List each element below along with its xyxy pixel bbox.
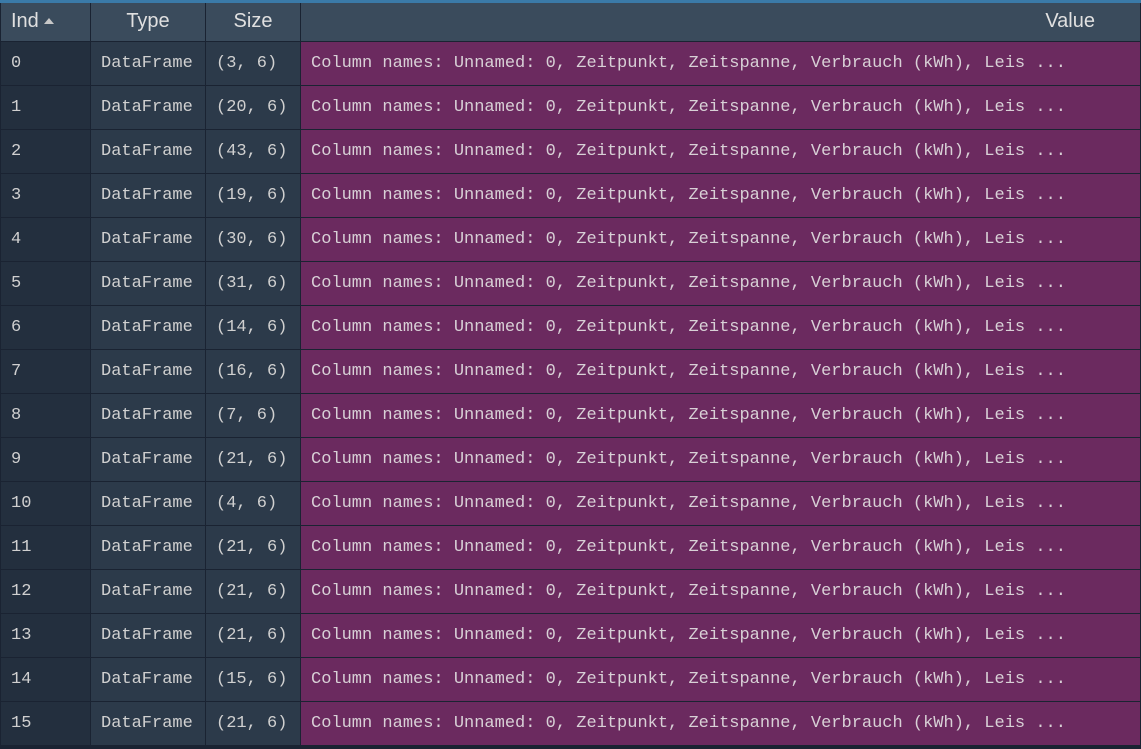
cell-type: DataFrame [91,349,206,393]
cell-index: 1 [1,85,91,129]
cell-size: (19, 6) [206,173,301,217]
cell-size: (20, 6) [206,85,301,129]
cell-value: Column names: Unnamed: 0, Zeitpunkt, Zei… [301,437,1141,481]
header-row: Ind Type Size [1,3,1141,41]
cell-size: (4, 6) [206,481,301,525]
cell-type: DataFrame [91,481,206,525]
table-row[interactable]: 13DataFrame(21, 6)Column names: Unnamed:… [1,613,1141,657]
variable-explorer: Ind Type Size [0,0,1141,749]
column-header-value-label: Value [1045,10,1095,33]
table-row[interactable]: 14DataFrame(15, 6)Column names: Unnamed:… [1,657,1141,701]
cell-index: 4 [1,217,91,261]
cell-value: Column names: Unnamed: 0, Zeitpunkt, Zei… [301,525,1141,569]
cell-value: Column names: Unnamed: 0, Zeitpunkt, Zei… [301,261,1141,305]
cell-type: DataFrame [91,525,206,569]
cell-size: (16, 6) [206,349,301,393]
table-row[interactable]: 7DataFrame(16, 6)Column names: Unnamed: … [1,349,1141,393]
cell-size: (21, 6) [206,701,301,745]
cell-index: 6 [1,305,91,349]
cell-type: DataFrame [91,173,206,217]
cell-index: 11 [1,525,91,569]
column-header-size-label: Size [234,10,273,33]
table-row[interactable]: 11DataFrame(21, 6)Column names: Unnamed:… [1,525,1141,569]
cell-type: DataFrame [91,305,206,349]
column-header-value[interactable]: Value [301,3,1141,41]
cell-value: Column names: Unnamed: 0, Zeitpunkt, Zei… [301,305,1141,349]
table-row[interactable]: 8DataFrame(7, 6)Column names: Unnamed: 0… [1,393,1141,437]
cell-size: (3, 6) [206,41,301,85]
cell-type: DataFrame [91,129,206,173]
table-row[interactable]: 9DataFrame(21, 6)Column names: Unnamed: … [1,437,1141,481]
cell-value: Column names: Unnamed: 0, Zeitpunkt, Zei… [301,349,1141,393]
table-row[interactable]: 12DataFrame(21, 6)Column names: Unnamed:… [1,569,1141,613]
cell-size: (14, 6) [206,305,301,349]
cell-index: 15 [1,701,91,745]
column-header-size[interactable]: Size [206,3,301,41]
cell-index: 14 [1,657,91,701]
cell-value: Column names: Unnamed: 0, Zeitpunkt, Zei… [301,173,1141,217]
cell-size: (15, 6) [206,657,301,701]
cell-value: Column names: Unnamed: 0, Zeitpunkt, Zei… [301,393,1141,437]
cell-index: 2 [1,129,91,173]
cell-index: 0 [1,41,91,85]
cell-size: (7, 6) [206,393,301,437]
table-row[interactable]: 4DataFrame(30, 6)Column names: Unnamed: … [1,217,1141,261]
cell-value: Column names: Unnamed: 0, Zeitpunkt, Zei… [301,657,1141,701]
cell-index: 13 [1,613,91,657]
cell-size: (31, 6) [206,261,301,305]
table-row[interactable]: 10DataFrame(4, 6)Column names: Unnamed: … [1,481,1141,525]
cell-type: DataFrame [91,657,206,701]
cell-index: 3 [1,173,91,217]
column-header-type-label: Type [126,10,169,33]
table-row[interactable]: 15DataFrame(21, 6)Column names: Unnamed:… [1,701,1141,745]
cell-value: Column names: Unnamed: 0, Zeitpunkt, Zei… [301,481,1141,525]
cell-value: Column names: Unnamed: 0, Zeitpunkt, Zei… [301,613,1141,657]
cell-index: 10 [1,481,91,525]
cell-index: 5 [1,261,91,305]
cell-size: (21, 6) [206,569,301,613]
cell-index: 12 [1,569,91,613]
cell-type: DataFrame [91,701,206,745]
cell-type: DataFrame [91,569,206,613]
table-row[interactable]: 0DataFrame(3, 6)Column names: Unnamed: 0… [1,41,1141,85]
cell-type: DataFrame [91,85,206,129]
cell-value: Column names: Unnamed: 0, Zeitpunkt, Zei… [301,217,1141,261]
cell-type: DataFrame [91,261,206,305]
cell-size: (21, 6) [206,525,301,569]
table-row[interactable]: 3DataFrame(19, 6)Column names: Unnamed: … [1,173,1141,217]
cell-value: Column names: Unnamed: 0, Zeitpunkt, Zei… [301,85,1141,129]
cell-value: Column names: Unnamed: 0, Zeitpunkt, Zei… [301,129,1141,173]
cell-type: DataFrame [91,393,206,437]
cell-size: (30, 6) [206,217,301,261]
cell-type: DataFrame [91,41,206,85]
table-body: 0DataFrame(3, 6)Column names: Unnamed: 0… [1,41,1141,745]
cell-value: Column names: Unnamed: 0, Zeitpunkt, Zei… [301,569,1141,613]
cell-value: Column names: Unnamed: 0, Zeitpunkt, Zei… [301,701,1141,745]
table-row[interactable]: 2DataFrame(43, 6)Column names: Unnamed: … [1,129,1141,173]
cell-value: Column names: Unnamed: 0, Zeitpunkt, Zei… [301,41,1141,85]
column-header-index-label: Ind [11,10,39,33]
cell-index: 9 [1,437,91,481]
cell-type: DataFrame [91,217,206,261]
sort-ascending-icon [43,15,55,29]
cell-size: (21, 6) [206,437,301,481]
cell-index: 8 [1,393,91,437]
data-table: Ind Type Size [0,3,1141,746]
cell-size: (21, 6) [206,613,301,657]
column-header-type[interactable]: Type [91,3,206,41]
table-row[interactable]: 1DataFrame(20, 6)Column names: Unnamed: … [1,85,1141,129]
cell-type: DataFrame [91,437,206,481]
table-row[interactable]: 5DataFrame(31, 6)Column names: Unnamed: … [1,261,1141,305]
cell-type: DataFrame [91,613,206,657]
table-row[interactable]: 6DataFrame(14, 6)Column names: Unnamed: … [1,305,1141,349]
cell-size: (43, 6) [206,129,301,173]
cell-index: 7 [1,349,91,393]
column-header-index[interactable]: Ind [1,3,91,41]
